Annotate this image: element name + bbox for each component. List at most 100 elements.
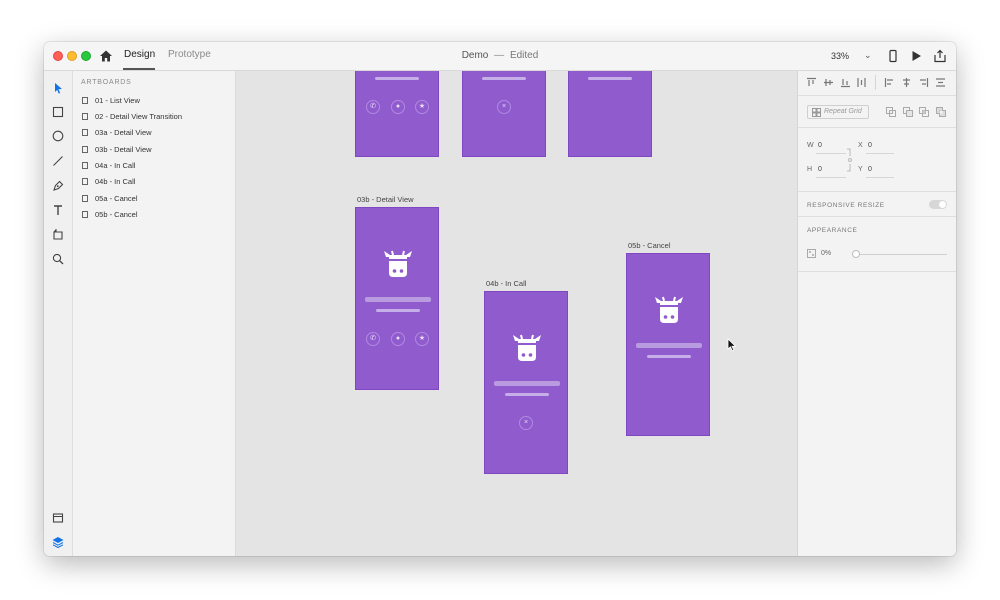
artboard-icon[interactable] [51, 227, 65, 241]
artboard-partial-1[interactable]: ✆ ● ★ [355, 71, 439, 157]
select-icon[interactable] [51, 81, 65, 95]
layer-item[interactable]: 01 - List View [82, 95, 232, 109]
title-placeholder [365, 297, 431, 302]
artboard-page-icon [82, 129, 88, 136]
star-icon: ★ [415, 332, 429, 346]
opacity-value[interactable]: 0% [821, 250, 831, 257]
height-field[interactable]: 0 [818, 166, 822, 173]
layer-item[interactable]: 04b - In Call [82, 176, 232, 190]
artboard-page-icon [82, 178, 88, 185]
phone-icon: ✆ [366, 332, 380, 346]
assets-icon[interactable] [51, 511, 65, 525]
cow-icon [655, 296, 683, 323]
field-underline [816, 177, 846, 178]
artboard-page-icon [82, 162, 88, 169]
boolean-add-icon[interactable] [886, 107, 896, 117]
layer-label: 04a - In Call [95, 161, 136, 170]
distribute-horizontal-icon[interactable] [935, 77, 946, 88]
lock-aspect-icon[interactable] [847, 145, 853, 175]
align-bottom-icon[interactable] [840, 77, 851, 88]
title-placeholder [636, 343, 702, 348]
layers-panel: ARTBOARDS 01 - List View 02 - Detail Vie… [73, 71, 236, 556]
pen-icon[interactable] [51, 179, 65, 193]
layer-label: 05b - Cancel [95, 210, 138, 219]
artboard-04b-in-call[interactable]: × [484, 291, 568, 474]
layer-item[interactable]: 02 - Detail View Transition [82, 111, 232, 125]
repeat-grid-icon [812, 108, 821, 117]
layer-item[interactable]: 03b - Detail View [82, 144, 232, 158]
close-icon: × [519, 416, 533, 430]
design-canvas[interactable]: ✆ ● ★ × 03b - Detail View ✆ ● ★ 04b - In… [236, 71, 797, 556]
layer-label: 04b - In Call [95, 177, 136, 186]
divider [798, 127, 956, 128]
layer-label: 01 - List View [95, 96, 140, 105]
artboard-partial-3[interactable] [568, 71, 652, 157]
device-preview-icon[interactable] [886, 49, 900, 63]
layer-label: 05a - Cancel [95, 194, 138, 203]
share-icon[interactable] [933, 49, 947, 63]
layer-label: 02 - Detail View Transition [95, 112, 182, 121]
text-placeholder [482, 77, 526, 80]
divider [798, 95, 956, 96]
align-middle-icon[interactable] [823, 77, 834, 88]
layer-label: 03b - Detail View [95, 145, 152, 154]
layer-item[interactable]: 05a - Cancel [82, 193, 232, 207]
boolean-intersect-icon[interactable] [919, 107, 929, 117]
align-left-icon[interactable] [884, 77, 895, 88]
layers-header: ARTBOARDS [81, 79, 132, 86]
ellipse-icon[interactable] [51, 129, 65, 143]
text-placeholder [375, 77, 419, 80]
phone-icon: ✆ [366, 100, 380, 114]
artboard-label[interactable]: 04b - In Call [486, 279, 526, 288]
text-icon[interactable] [51, 203, 65, 217]
subtitle-placeholder [505, 393, 549, 396]
play-icon[interactable] [909, 49, 923, 63]
x-field[interactable]: 0 [868, 142, 872, 149]
layer-label: 03a - Detail View [95, 128, 152, 137]
line-icon[interactable] [51, 154, 65, 168]
width-label: W [807, 142, 814, 149]
opacity-slider-track[interactable] [855, 254, 947, 255]
distribute-vertical-icon[interactable] [856, 77, 867, 88]
repeat-grid-label: Repeat Grid [824, 108, 862, 115]
layers-icon[interactable] [51, 535, 65, 549]
align-center-icon[interactable] [901, 77, 912, 88]
xd-window: Design Prototype Demo — Edited 33% ⌄ ART… [44, 42, 956, 556]
y-field[interactable]: 0 [868, 166, 872, 173]
cow-icon [384, 250, 412, 277]
field-underline [816, 153, 846, 154]
artboard-partial-2[interactable]: × [462, 71, 546, 157]
layer-item[interactable]: 04a - In Call [82, 160, 232, 174]
document-state: Edited [509, 50, 539, 61]
boolean-subtract-icon[interactable] [903, 107, 913, 117]
align-right-icon[interactable] [918, 77, 929, 88]
responsive-resize-toggle[interactable] [929, 200, 947, 209]
rectangle-icon[interactable] [51, 105, 65, 119]
text-placeholder [588, 77, 632, 80]
divider [798, 191, 956, 192]
title-separator: — [494, 50, 505, 61]
opacity-slider-handle[interactable] [852, 250, 860, 258]
zoom-level[interactable]: 33% [831, 51, 849, 61]
width-field[interactable]: 0 [818, 142, 822, 149]
align-top-icon[interactable] [806, 77, 817, 88]
document-title: Demo — Edited [44, 50, 956, 61]
layer-item[interactable]: 05b - Cancel [82, 209, 232, 223]
artboard-page-icon [82, 195, 88, 202]
field-underline [866, 153, 894, 154]
artboard-05b-cancel[interactable] [626, 253, 710, 436]
mouse-cursor-icon [727, 338, 737, 352]
artboard-page-icon [82, 97, 88, 104]
chevron-down-icon[interactable]: ⌄ [864, 50, 872, 61]
zoom-icon[interactable] [51, 252, 65, 266]
chat-icon: ● [391, 332, 405, 346]
title-bar: Design Prototype Demo — Edited 33% ⌄ [44, 42, 956, 71]
layer-item[interactable]: 03a - Detail View [82, 127, 232, 141]
artboard-label[interactable]: 03b - Detail View [357, 195, 414, 204]
divider [798, 216, 956, 217]
height-label: H [807, 166, 813, 173]
artboard-label[interactable]: 05b - Cancel [628, 241, 671, 250]
divider [798, 271, 956, 272]
artboard-03b-detail-view[interactable]: ✆ ● ★ [355, 207, 439, 390]
boolean-exclude-icon[interactable] [936, 107, 946, 117]
